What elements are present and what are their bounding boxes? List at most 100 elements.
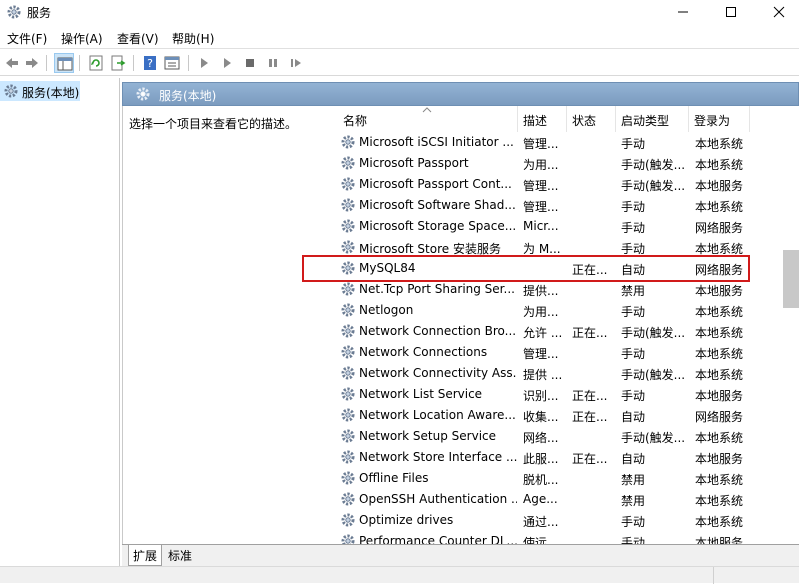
menu-action[interactable]: 操作(A): [61, 30, 103, 47]
service-status: 正在...: [572, 410, 608, 424]
service-description: 管理...: [523, 137, 559, 151]
service-startup-type: 手动: [621, 347, 646, 361]
service-row[interactable]: Network Connection Bro... 允许 ... 正在... 手动(触…: [329, 321, 778, 342]
tree-item-label: 服务(本地): [22, 86, 80, 100]
menu-view[interactable]: 查看(V): [117, 30, 159, 47]
status-divider: [713, 567, 714, 584]
close-button[interactable]: [756, 0, 799, 24]
tree-item-services-local[interactable]: 服务(本地): [0, 81, 80, 101]
column-divider[interactable]: [566, 106, 567, 132]
help-icon[interactable]: ?: [140, 53, 160, 73]
service-row[interactable]: Microsoft Passport Cont... 管理... 手动(触发... 本…: [329, 174, 778, 195]
services-list[interactable]: 名称 描述 状态 启动类型 登录为 Microsoft iSCSI Initia…: [329, 106, 778, 544]
service-row[interactable]: Microsoft Software Shad... 管理... 手动 本地系统: [329, 195, 778, 216]
service-gear-icon: [340, 344, 356, 363]
service-startup-type: 手动(触发...: [621, 431, 686, 445]
start-service-alt-icon[interactable]: [217, 53, 237, 73]
service-name: Microsoft Store 安装服务: [359, 242, 501, 256]
service-row[interactable]: Optimize drives 通过... 手动 本地系统: [329, 510, 778, 531]
service-name: Network Setup Service: [359, 429, 497, 443]
service-name: Network Connection Bro...: [359, 324, 517, 338]
service-log-on-as: 本地服务: [695, 452, 744, 466]
column-header-status[interactable]: 状态: [572, 112, 596, 129]
service-description: 收集...: [523, 410, 559, 424]
service-status: 正在...: [572, 389, 608, 403]
toolbar-divider: [133, 55, 134, 71]
service-row[interactable]: Network Connections 管理... 手动 本地系统: [329, 342, 778, 363]
maximize-button[interactable]: [708, 0, 754, 24]
pause-service-icon[interactable]: [263, 53, 283, 73]
service-description: 允许 ...: [523, 326, 563, 340]
service-gear-icon: [340, 302, 356, 321]
service-row[interactable]: Network List Service 识别... 正在... 手动 本地服务: [329, 384, 778, 405]
service-row[interactable]: Performance Counter DL... 使远... 手动 本地服务: [329, 531, 778, 544]
service-startup-type: 自动: [621, 263, 646, 277]
view-tabs: 扩展 标准: [122, 544, 799, 566]
column-divider[interactable]: [615, 106, 616, 132]
minimize-button[interactable]: [660, 0, 706, 24]
scrollbar-thumb[interactable]: [783, 250, 799, 308]
service-row[interactable]: Network Location Aware... 收集... 正在... 自动 网络服…: [329, 405, 778, 426]
show-hide-console-tree-button[interactable]: [54, 53, 74, 73]
service-log-on-as: 本地系统: [695, 347, 744, 361]
service-name: Microsoft Storage Space...: [359, 219, 517, 233]
start-service-icon[interactable]: [194, 53, 214, 73]
export-list-icon[interactable]: [108, 53, 128, 73]
service-log-on-as: 网络服务: [695, 410, 744, 424]
menu-file[interactable]: 文件(F): [7, 30, 47, 47]
service-row[interactable]: Network Setup Service 网络... 手动(触发... 本地系统: [329, 426, 778, 447]
service-row[interactable]: Network Store Interface ... 此服... 正在... 自动 本…: [329, 447, 778, 468]
service-gear-icon: [340, 176, 356, 195]
service-row[interactable]: Offline Files 脱机... 禁用 本地系统: [329, 468, 778, 489]
service-startup-type: 手动: [621, 137, 646, 151]
service-row[interactable]: Microsoft Storage Space... Micr... 手动 网络服务: [329, 216, 778, 237]
service-row[interactable]: MySQL84 正在... 自动 网络服务: [329, 258, 778, 279]
toolbar-divider: [188, 55, 189, 71]
service-name: Network Connectivity Ass...: [359, 366, 517, 380]
stop-service-icon[interactable]: [240, 53, 260, 73]
column-header-startup-type[interactable]: 启动类型: [621, 112, 669, 129]
column-header-description[interactable]: 描述: [523, 112, 547, 129]
forward-button[interactable]: [22, 53, 42, 73]
service-startup-type: 手动: [621, 389, 646, 403]
service-row[interactable]: Microsoft Passport 为用... 手动(触发... 本地系统: [329, 153, 778, 174]
toolbar-divider: [79, 55, 80, 71]
refresh-icon[interactable]: [86, 53, 106, 73]
service-name: Optimize drives: [359, 513, 454, 527]
vertical-scrollbar[interactable]: [777, 106, 799, 544]
menu-help[interactable]: 帮助(H): [172, 30, 214, 47]
service-description: 使远...: [523, 536, 559, 544]
column-divider[interactable]: [688, 106, 689, 132]
service-log-on-as: 本地系统: [695, 242, 744, 256]
service-log-on-as: 本地系统: [695, 326, 744, 340]
service-log-on-as: 本地系统: [695, 200, 744, 214]
service-name: Netlogon: [359, 303, 414, 317]
service-gear-icon: [340, 449, 356, 468]
service-name: Network Store Interface ...: [359, 450, 517, 464]
service-gear-icon: [340, 155, 356, 174]
column-header-name[interactable]: 名称: [343, 112, 367, 129]
service-row[interactable]: OpenSSH Authentication ... Age... 禁用 本地系统: [329, 489, 778, 510]
service-row[interactable]: Net.Tcp Port Sharing Ser... 提供... 禁用 本地服务: [329, 279, 778, 300]
service-row[interactable]: Microsoft iSCSI Initiator ... 管理... 手动 本地系统: [329, 132, 778, 153]
service-log-on-as: 本地系统: [695, 158, 744, 172]
service-row[interactable]: Netlogon 为用... 手动 本地系统: [329, 300, 778, 321]
service-gear-icon: [340, 365, 356, 384]
tab-standard[interactable]: 标准: [164, 545, 196, 566]
service-row[interactable]: Microsoft Store 安装服务 为 M... 手动 本地系统: [329, 237, 778, 258]
back-button[interactable]: [2, 53, 22, 73]
service-startup-type: 手动: [621, 515, 646, 529]
service-gear-icon: [340, 239, 356, 258]
tab-extended[interactable]: 扩展: [128, 545, 163, 566]
service-log-on-as: 本地系统: [695, 494, 744, 508]
column-header-log-on-as[interactable]: 登录为: [694, 112, 730, 129]
column-divider[interactable]: [749, 106, 750, 132]
properties-icon[interactable]: [162, 53, 182, 73]
panel-header-title: 服务(本地): [159, 89, 217, 103]
service-gear-icon: [340, 134, 356, 153]
column-divider[interactable]: [517, 106, 518, 132]
service-name: Network List Service: [359, 387, 483, 401]
restart-service-icon[interactable]: [286, 53, 306, 73]
service-row[interactable]: Network Connectivity Ass... 提供 ... 手动(触发..…: [329, 363, 778, 384]
title-bar: 服务: [0, 0, 799, 24]
